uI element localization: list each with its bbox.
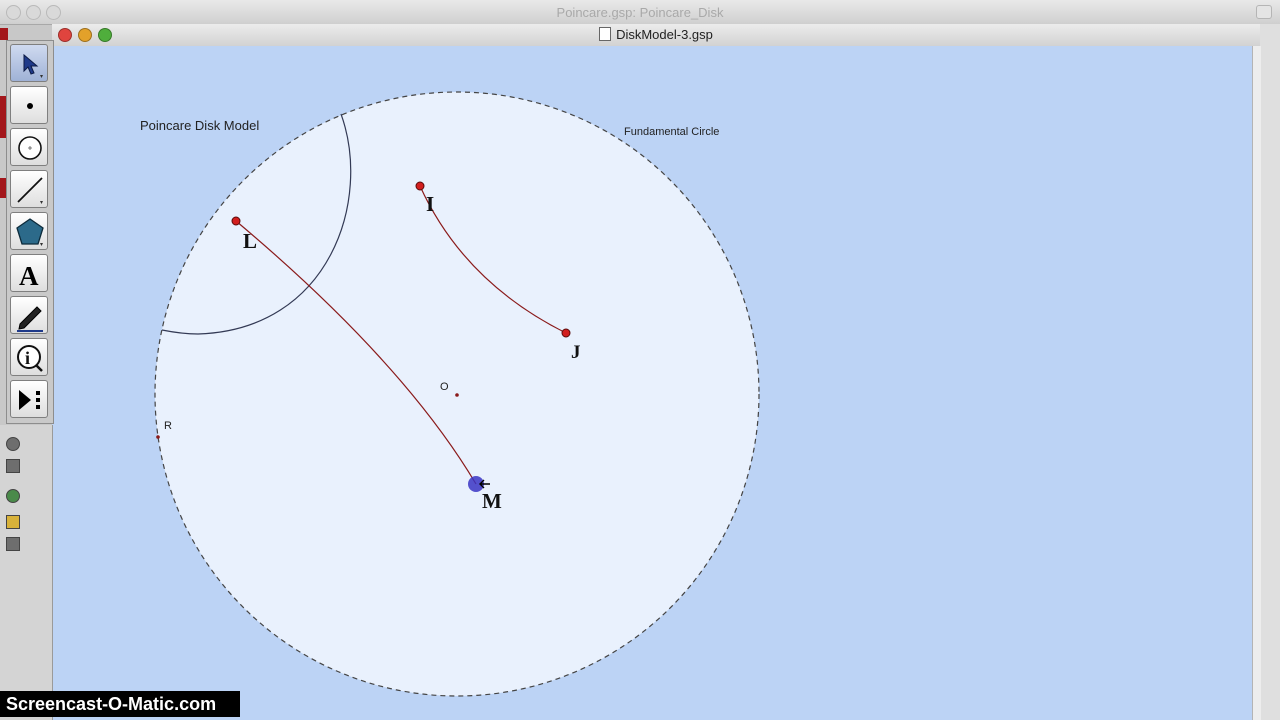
compass-circle-icon bbox=[18, 136, 42, 160]
point-M-label[interactable]: M bbox=[482, 489, 502, 513]
straightedge-tool[interactable] bbox=[10, 170, 48, 208]
point-J[interactable] bbox=[561, 328, 571, 338]
information-tool[interactable]: i bbox=[10, 338, 48, 376]
info-tool-glyph: i bbox=[25, 348, 30, 368]
lock-icon[interactable] bbox=[6, 515, 20, 529]
window-icon[interactable] bbox=[6, 459, 20, 473]
circle-label[interactable]: Fundamental Circle bbox=[624, 126, 719, 138]
arrow-select-icon bbox=[23, 53, 43, 78]
marker-pen-icon bbox=[17, 306, 43, 332]
compass-tool[interactable] bbox=[10, 128, 48, 166]
green-status-icon[interactable] bbox=[6, 489, 20, 503]
line-segment-icon bbox=[17, 177, 43, 204]
center-label[interactable]: O bbox=[440, 381, 449, 393]
watermark: Screencast-O-Matic.com bbox=[0, 691, 240, 717]
point-L-label[interactable]: L bbox=[243, 229, 257, 253]
marker-tool[interactable] bbox=[10, 296, 48, 334]
point-I-label[interactable]: I bbox=[426, 192, 434, 216]
point-J-label[interactable]: J bbox=[571, 342, 581, 363]
arrow-tool[interactable] bbox=[10, 44, 48, 82]
center-point[interactable] bbox=[455, 393, 459, 397]
point-L[interactable] bbox=[231, 216, 241, 226]
point-tool[interactable] bbox=[10, 86, 48, 124]
text-tool[interactable]: A bbox=[10, 254, 48, 292]
text-tool-glyph: A bbox=[19, 261, 39, 291]
toolbox: A i bbox=[6, 40, 54, 424]
custom-tool[interactable] bbox=[10, 380, 48, 418]
radius-point-label[interactable]: R bbox=[164, 420, 172, 432]
text-A-icon: A bbox=[19, 261, 39, 291]
model-label[interactable]: Poincare Disk Model bbox=[140, 118, 259, 133]
point-icon bbox=[27, 103, 33, 109]
point-I[interactable] bbox=[415, 181, 425, 191]
side-panel bbox=[0, 425, 53, 720]
custom-tool-icon bbox=[19, 390, 40, 410]
info-icon: i bbox=[17, 345, 43, 372]
globe-icon[interactable] bbox=[6, 437, 20, 451]
pentagon-icon bbox=[16, 218, 44, 246]
polygon-tool[interactable] bbox=[10, 212, 48, 250]
screen: Poincare.gsp: Poincare_Disk DiskModel-3.… bbox=[0, 0, 1280, 720]
radius-point[interactable] bbox=[156, 435, 160, 439]
sketch-drawing: Poincare Disk Model Fundamental Circle O… bbox=[140, 91, 760, 697]
list-icon[interactable] bbox=[6, 537, 20, 551]
